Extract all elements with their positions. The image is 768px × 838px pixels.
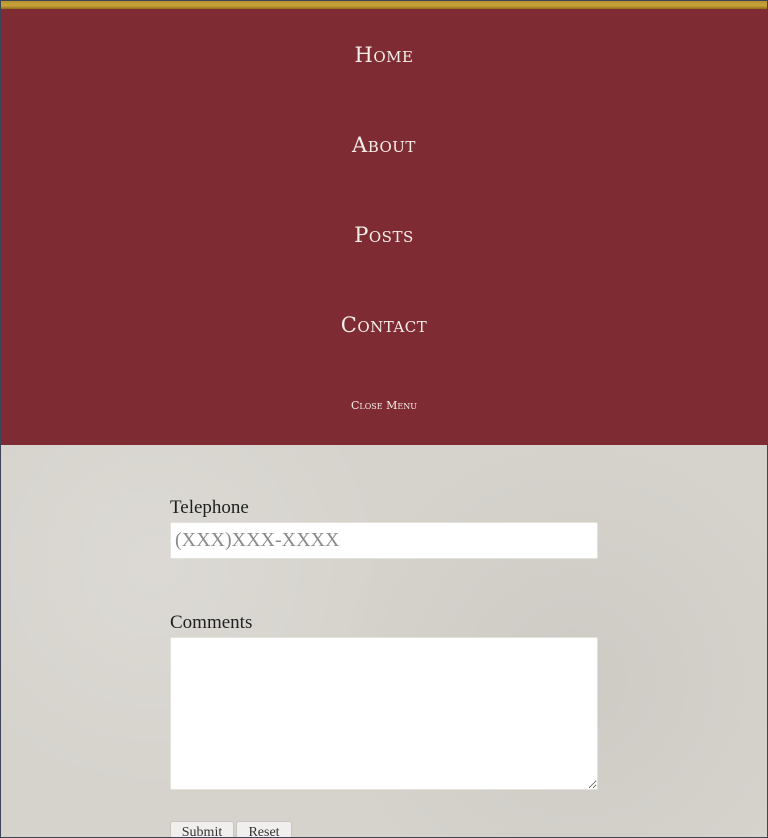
menu-item-contact[interactable]: Contact xyxy=(1,312,767,338)
top-accent-bar xyxy=(1,1,767,9)
page-frame: Home About Posts Contact Close Menu Tele… xyxy=(1,1,767,837)
menu-item-about[interactable]: About xyxy=(1,132,767,158)
submit-button[interactable]: Submit xyxy=(170,821,234,837)
menu-item-posts[interactable]: Posts xyxy=(1,222,767,248)
contact-form-section: Telephone Comments Submit Reset xyxy=(1,445,767,837)
telephone-label: Telephone xyxy=(170,497,249,518)
reset-button[interactable]: Reset xyxy=(236,821,292,837)
main-menu: Home About Posts Contact Close Menu xyxy=(1,9,767,445)
close-menu-link[interactable]: Close Menu xyxy=(1,399,767,413)
menu-item-home[interactable]: Home xyxy=(1,42,767,68)
comments-label: Comments xyxy=(170,612,253,633)
comments-textarea[interactable] xyxy=(170,637,598,790)
telephone-input[interactable] xyxy=(170,522,598,559)
